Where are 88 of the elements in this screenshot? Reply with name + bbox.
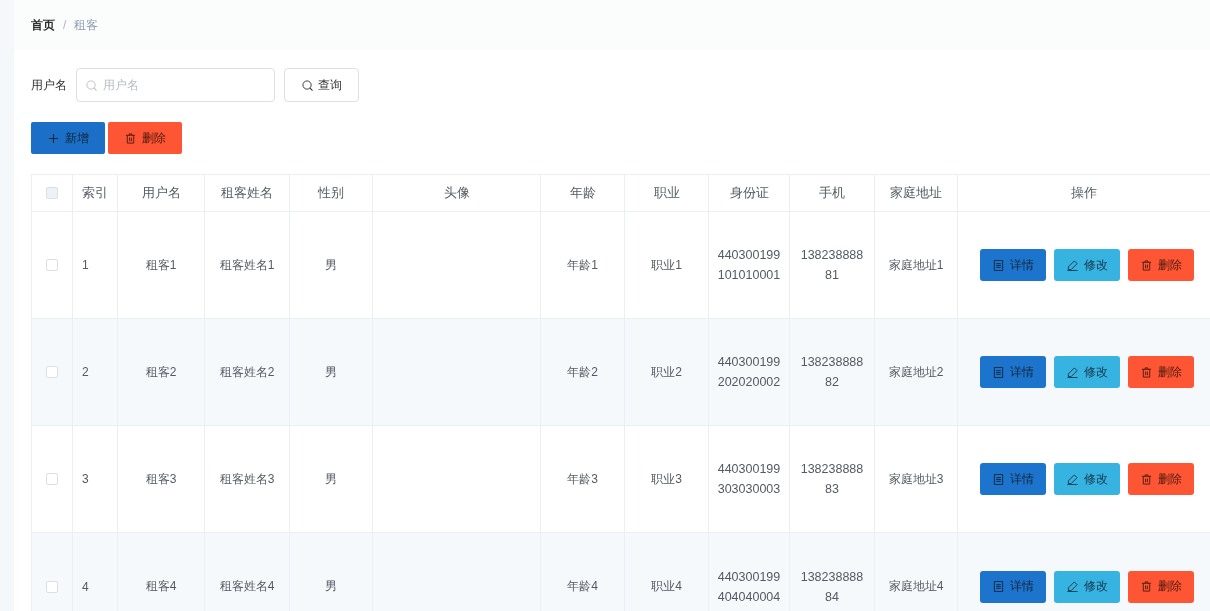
username-search-field[interactable]: 用户名 [76,68,275,102]
breadcrumb-separator: / [63,18,67,32]
occupation-cell: 职业2 [625,319,709,425]
row-checkbox[interactable] [46,580,58,593]
edit-button[interactable]: 修改 [1054,249,1120,281]
breadcrumb-item: 租客 [74,16,99,34]
row-index: 2 [73,319,118,425]
row-checkbox[interactable] [46,473,58,485]
id-number-cell: 440300199303030003 [709,426,790,532]
age-cell: 年龄2 [541,319,625,425]
column-header: 头像 [373,175,541,211]
address-cell: 家庭地址3 [875,426,958,532]
phone-number-cell: 13823888881 [790,212,875,318]
document-icon [992,473,1004,485]
document-icon [992,581,1004,592]
id-number-cell: 440300199404040004 [709,533,790,611]
trash-icon [124,132,136,144]
occupation-cell: 职业3 [625,426,709,532]
column-header: 职业 [625,175,709,211]
trash-icon [1140,366,1152,378]
trash-icon [1140,473,1152,485]
row-index: 3 [73,426,118,532]
details-button[interactable]: 详情 [980,463,1046,495]
pen-icon [1066,581,1078,592]
pen-icon [1066,259,1078,271]
edit-button[interactable]: 修改 [1054,463,1120,495]
column-header: 操作 [958,175,1210,211]
username-cell: 租客4 [118,533,205,611]
delete-button[interactable]: 删除 [1128,356,1194,388]
details-button[interactable]: 详情 [980,356,1046,388]
phone-number-cell: 13823888883 [790,426,875,532]
search-icon [301,79,313,91]
field-label: 用户名 [31,76,68,94]
address-cell: 家庭地址2 [875,319,958,425]
address-cell: 家庭地址1 [875,212,958,318]
column-header: 用户名 [118,175,205,211]
phone-number-cell: 13823888882 [790,319,875,425]
age-cell: 年龄3 [541,426,625,532]
delete-button[interactable]: 删除 [1128,249,1194,281]
document-icon [992,366,1004,378]
pen-icon [1066,473,1078,485]
trash-icon [1140,259,1152,271]
username-cell: 租客3 [118,426,205,532]
gender-cell: 男 [290,533,373,611]
delete-button[interactable]: 删除 [1128,463,1194,495]
column-header: 身份证 [709,175,790,211]
trash-icon [1140,581,1152,592]
age-cell: 年龄4 [541,533,625,611]
username-cell: 租客1 [118,212,205,318]
query-button[interactable]: 查询 [284,68,359,102]
add-button[interactable]: 新增 [31,122,105,154]
column-header: 手机 [790,175,875,211]
delete-button[interactable]: 删除 [1128,570,1194,603]
row-index: 4 [73,533,118,611]
details-button[interactable]: 详情 [980,570,1046,603]
column-header: 性别 [290,175,373,211]
select-all-checkbox[interactable] [46,187,58,199]
occupation-cell: 职业1 [625,212,709,318]
phone-number-cell: 13823888884 [790,533,875,611]
age-cell: 年龄1 [541,212,625,318]
address-cell: 家庭地址4 [875,533,958,611]
delete-button[interactable]: 删除 [108,122,182,154]
row-index: 1 [73,212,118,318]
gender-cell: 男 [290,212,373,318]
search-icon [86,79,97,91]
details-button[interactable]: 详情 [980,249,1046,281]
gender-cell: 男 [290,426,373,532]
edit-button[interactable]: 修改 [1054,570,1120,603]
gender-cell: 男 [290,319,373,425]
document-icon [992,259,1004,271]
row-checkbox[interactable] [46,259,58,271]
row-checkbox[interactable] [46,366,58,378]
edit-button[interactable]: 修改 [1054,356,1120,388]
tenant-name-cell: 租客姓名2 [205,319,290,425]
tenant-name-cell: 租客姓名1 [205,212,290,318]
column-header: 年龄 [541,175,625,211]
tenant-name-cell: 租客姓名3 [205,426,290,532]
username-cell: 租客2 [118,319,205,425]
column-header: 索引 [73,175,118,211]
id-number-cell: 440300199202020002 [709,319,790,425]
column-header: 家庭地址 [875,175,958,211]
id-number-cell: 440300199101010001 [709,212,790,318]
plus-icon [47,132,59,144]
pen-icon [1066,366,1078,378]
occupation-cell: 职业4 [625,533,709,611]
tenant-name-cell: 租客姓名4 [205,533,290,611]
breadcrumb-item[interactable]: 首页 [31,16,55,34]
column-header: 租客姓名 [205,175,290,211]
